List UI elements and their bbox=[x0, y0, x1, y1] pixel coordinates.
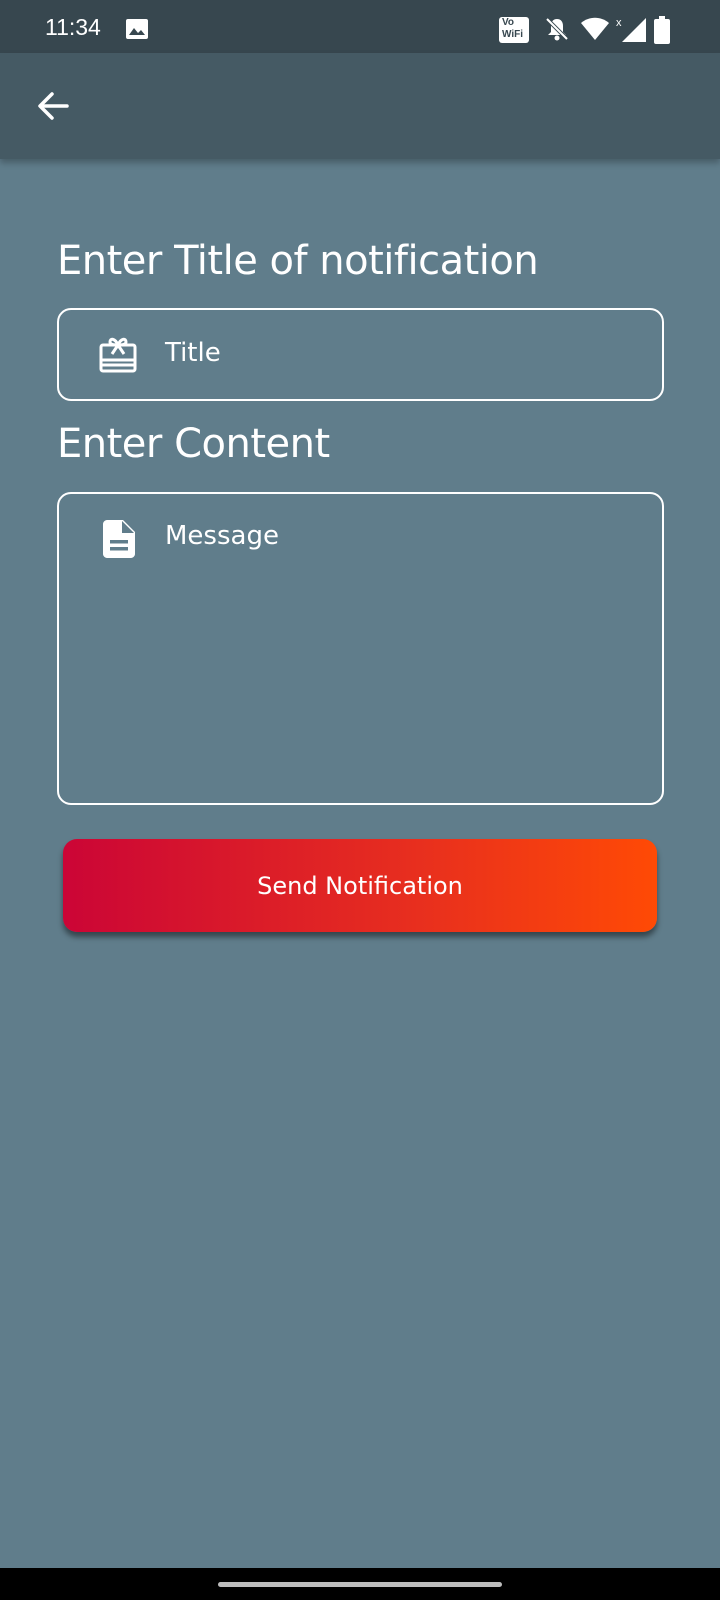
arrow-back-icon bbox=[38, 92, 69, 120]
vowifi-icon: Vo WiFi bbox=[499, 17, 529, 43]
svg-text:x: x bbox=[616, 17, 622, 29]
signal-icon: x bbox=[616, 16, 650, 48]
wifi-icon bbox=[580, 17, 610, 45]
send-notification-button[interactable]: Send Notification bbox=[63, 839, 657, 932]
card-giftcard-icon bbox=[99, 336, 137, 378]
title-field[interactable]: Title bbox=[57, 308, 664, 401]
back-button[interactable] bbox=[28, 81, 78, 131]
app-bar bbox=[0, 53, 720, 159]
message-field[interactable]: Message bbox=[57, 492, 664, 805]
description-icon bbox=[103, 520, 135, 562]
navigation-bar bbox=[0, 1568, 720, 1600]
send-notification-label: Send Notification bbox=[257, 871, 463, 900]
notifications-off-icon bbox=[544, 16, 570, 46]
title-label: Enter Title of notification bbox=[57, 238, 539, 284]
gallery-icon bbox=[126, 19, 148, 43]
status-time: 11:34 bbox=[45, 14, 101, 40]
message-placeholder: Message bbox=[165, 521, 279, 551]
battery-icon bbox=[654, 16, 670, 48]
title-placeholder: Title bbox=[165, 338, 221, 368]
home-gesture-handle[interactable] bbox=[218, 1582, 502, 1587]
status-bar: 11:34 Vo WiFi x bbox=[0, 0, 720, 53]
content-label: Enter Content bbox=[57, 421, 330, 467]
